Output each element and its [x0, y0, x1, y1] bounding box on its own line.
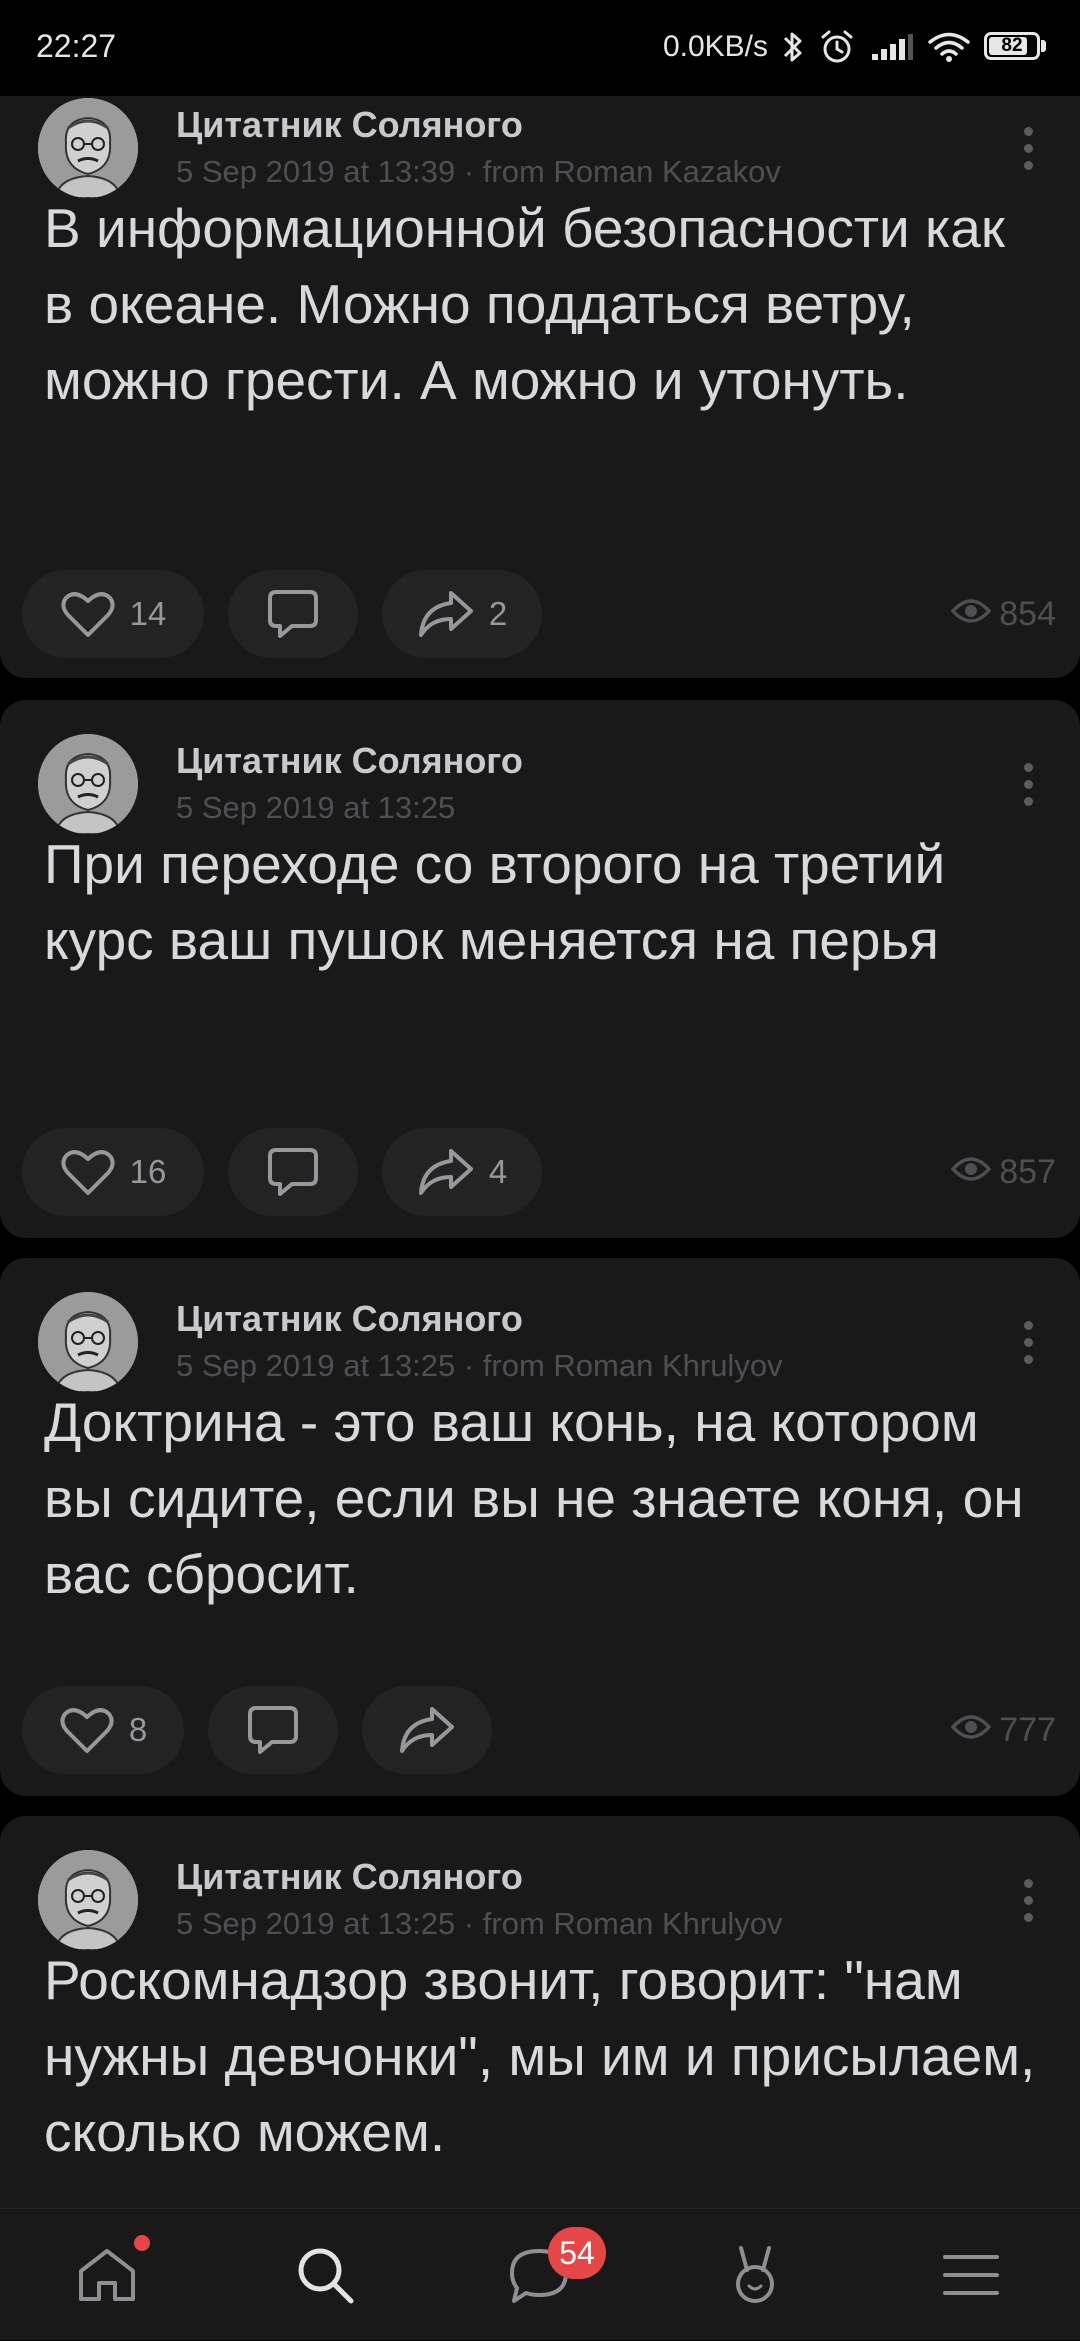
more-options-button[interactable] — [1000, 1306, 1056, 1378]
post-text: Роскомнадзор звонит, говорит: "нам нужны… — [44, 1949, 1036, 2163]
notification-dot — [134, 2235, 150, 2251]
signal-icon — [870, 32, 914, 62]
post-card[interactable]: Цитатник Соляного 5 Sep 2019 at 13:25 · … — [0, 1258, 1080, 1796]
views-counter: 777 — [950, 1686, 1056, 1774]
post-card[interactable]: Цитатник Соляного 5 Sep 2019 at 13:25 · … — [0, 1816, 1080, 2208]
post-text: При переходе со второго на третий курс в… — [44, 833, 946, 971]
more-options-button[interactable] — [1000, 748, 1056, 820]
share-count: 2 — [488, 595, 508, 632]
views-counter: 857 — [950, 1128, 1056, 1216]
bottom-navigation: 54 — [0, 2208, 1080, 2340]
nav-search[interactable] — [260, 2209, 390, 2341]
nav-messages[interactable]: 54 — [474, 2209, 606, 2341]
share-icon — [417, 1147, 475, 1197]
post-text: В информационной безопасности как в океа… — [44, 197, 1005, 411]
nav-home[interactable] — [42, 2209, 172, 2341]
comment-icon — [266, 588, 320, 640]
post-card[interactable]: Цитатник Соляного 5 Sep 2019 at 13:39 · … — [0, 0, 1080, 678]
eye-icon — [950, 595, 992, 634]
post-author[interactable]: Цитатник Соляного — [176, 1856, 523, 1898]
news-feed[interactable]: Цитатник Соляного 5 Sep 2019 at 13:39 · … — [0, 0, 1080, 2208]
share-button[interactable] — [362, 1686, 492, 1774]
share-icon — [417, 589, 475, 639]
author-avatar[interactable] — [38, 98, 138, 198]
eye-icon — [950, 1153, 992, 1192]
status-bar: 22:27 0.0KB/s 82 — [0, 0, 1080, 96]
views-count: 857 — [999, 1152, 1056, 1191]
bluetooth-icon — [782, 29, 804, 65]
views-count: 777 — [999, 1710, 1056, 1749]
post-meta: 5 Sep 2019 at 13:25 · from Roman Khrulyo… — [176, 1906, 783, 1941]
views-count: 854 — [999, 594, 1056, 633]
post-meta: 5 Sep 2019 at 13:25 — [176, 790, 456, 825]
comment-icon — [266, 1146, 320, 1198]
home-icon — [75, 2245, 139, 2305]
comment-icon — [246, 1704, 300, 1756]
post-author[interactable]: Цитатник Соляного — [176, 104, 523, 146]
post-author[interactable]: Цитатник Соляного — [176, 740, 523, 782]
eye-icon — [950, 1711, 992, 1750]
heart-icon — [60, 589, 116, 639]
share-button[interactable]: 2 — [382, 570, 542, 658]
share-button[interactable]: 4 — [382, 1128, 542, 1216]
post-meta: 5 Sep 2019 at 13:25 · from Roman Khrulyo… — [176, 1348, 783, 1383]
author-avatar[interactable] — [38, 734, 138, 834]
nav-clips[interactable] — [690, 2209, 820, 2341]
more-options-button[interactable] — [1000, 112, 1056, 184]
heart-icon — [60, 1147, 116, 1197]
alarm-icon — [818, 28, 856, 66]
menu-icon — [942, 2252, 1000, 2298]
author-avatar[interactable] — [38, 1292, 138, 1392]
like-count: 14 — [129, 595, 167, 632]
like-button[interactable]: 8 — [22, 1686, 184, 1774]
share-icon — [398, 1705, 456, 1755]
post-author[interactable]: Цитатник Соляного — [176, 1298, 523, 1340]
nav-menu[interactable] — [906, 2209, 1036, 2341]
messages-badge: 54 — [548, 2227, 606, 2279]
search-icon — [294, 2244, 356, 2306]
author-avatar[interactable] — [38, 1850, 138, 1950]
post-meta: 5 Sep 2019 at 13:39 · from Roman Kazakov — [176, 154, 781, 189]
clips-icon — [727, 2242, 783, 2308]
comment-button[interactable] — [208, 1686, 338, 1774]
post-text: Доктрина - это ваш конь, на котором вы с… — [44, 1391, 1024, 1605]
status-icons: 0.0KB/s 82 — [663, 26, 1048, 68]
views-counter: 854 — [950, 570, 1056, 658]
post-card[interactable]: Цитатник Соляного 5 Sep 2019 at 13:25 Пр… — [0, 700, 1080, 1238]
like-count: 16 — [129, 1153, 167, 1190]
like-button[interactable]: 16 — [22, 1128, 204, 1216]
like-button[interactable]: 14 — [22, 570, 204, 658]
more-options-button[interactable] — [1000, 1864, 1056, 1936]
comment-button[interactable] — [228, 570, 358, 658]
battery-icon: 82 — [984, 32, 1048, 62]
wifi-icon — [928, 31, 970, 63]
heart-icon — [59, 1705, 115, 1755]
share-count: 4 — [488, 1153, 508, 1190]
like-count: 8 — [128, 1711, 148, 1748]
comment-button[interactable] — [228, 1128, 358, 1216]
status-time: 22:27 — [36, 28, 117, 64]
network-speed: 0.0KB/s — [662, 30, 768, 63]
battery-level: 82 — [1001, 35, 1023, 56]
